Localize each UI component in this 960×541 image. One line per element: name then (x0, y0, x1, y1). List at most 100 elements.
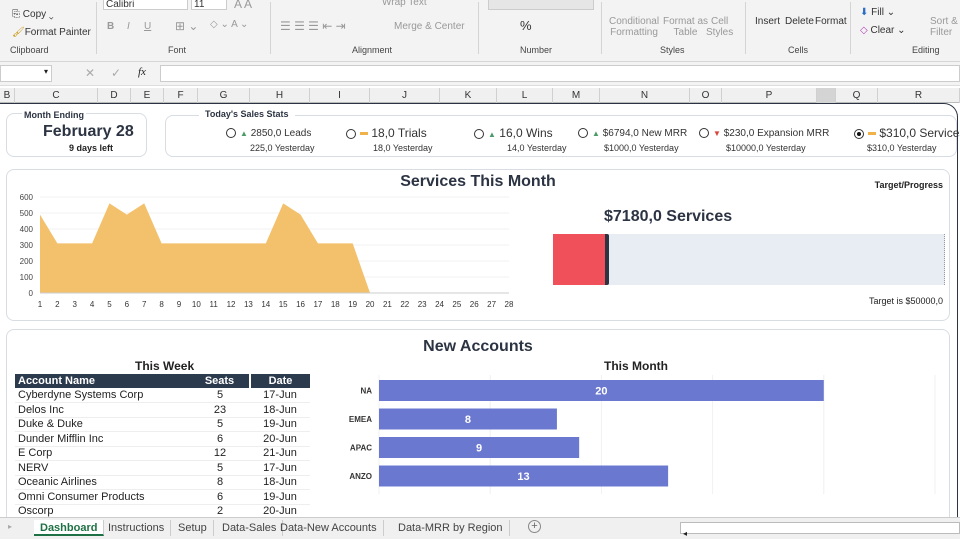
column-header[interactable]: D (98, 88, 131, 103)
column-header[interactable]: C (15, 88, 98, 103)
trend-flat-icon (868, 132, 876, 136)
column-header[interactable]: L (497, 88, 553, 103)
borders-icon[interactable]: ⊞ ⌄ (175, 19, 198, 33)
bar-value-label: 13 (517, 471, 529, 483)
underline-button[interactable]: U (144, 21, 151, 32)
column-header[interactable]: R (878, 88, 960, 103)
this-month-title: This Month (604, 359, 668, 373)
column-header[interactable]: I (310, 88, 370, 103)
date-cell: 17-Jun (250, 388, 310, 403)
date-cell: 21-Jun (250, 446, 310, 461)
fx-icon[interactable]: fx (138, 66, 146, 78)
column-header[interactable] (817, 88, 836, 103)
x-tick-label: 17 (313, 300, 322, 309)
tab-data-mrr-by-region[interactable]: Data-MRR by Region (392, 520, 510, 536)
brush-icon: 🖌 (12, 27, 25, 38)
format-painter-label: Format Painter (24, 27, 91, 38)
column-header[interactable]: K (440, 88, 497, 103)
accounts-table: Account Name Seats Date Cyberdyne System… (15, 374, 310, 519)
services-area (40, 203, 371, 293)
fill-button[interactable]: ⬇ Fill ⌄ (860, 7, 895, 18)
x-tick-label: 25 (452, 300, 461, 309)
stat-item[interactable]: ▲ 16,0 Wins (474, 126, 553, 140)
stat-radio[interactable] (854, 128, 864, 139)
y-tick-label: 0 (29, 289, 34, 298)
x-tick-label: 24 (435, 300, 444, 309)
tab-setup[interactable]: Setup (172, 520, 214, 536)
column-headers: BCDEFGHIJKLMNOP QR (0, 88, 960, 103)
fill-color-icon[interactable]: ◇ ⌄ A ⌄ (210, 19, 248, 30)
font-size-select[interactable]: 11 (191, 0, 227, 10)
name-box[interactable]: ▾ (0, 65, 52, 82)
sort-filter-button[interactable]: Sort & Filter (930, 16, 958, 38)
grow-font-icon[interactable]: A A (234, 0, 252, 11)
column-header[interactable]: F (164, 88, 198, 103)
formula-input[interactable] (160, 65, 960, 82)
copy-button[interactable]: ⎘ Copy ⌄ (12, 9, 54, 20)
column-header[interactable]: N (600, 88, 690, 103)
stat-value: 2850,0 Leads (250, 128, 312, 139)
column-header[interactable]: E (131, 88, 164, 103)
stat-item[interactable]: ▼ $230,0 Expansion MRR (699, 128, 829, 139)
table-row: Delos Inc 23 18-Jun (15, 402, 310, 418)
clear-button[interactable]: ◇ Clear ⌄ (860, 25, 906, 36)
column-header[interactable]: O (690, 88, 722, 103)
tab-instructions[interactable]: Instructions (102, 520, 172, 536)
column-header[interactable]: B (0, 88, 15, 103)
stat-radio[interactable] (346, 128, 356, 139)
this-week-title: This Week (135, 359, 195, 373)
wrap-text-button[interactable]: Wrap Text (382, 0, 427, 8)
stat-yesterday: $1000,0 Yesterday (604, 143, 679, 153)
seats-cell: 6 (190, 431, 250, 447)
stat-item[interactable]: 18,0 Trials (346, 126, 427, 140)
conditional-formatting-button[interactable]: Conditional Formatting (609, 16, 659, 38)
format-button[interactable]: Format (815, 16, 847, 27)
seats-cell: 5 (190, 460, 250, 476)
cancel-icon[interactable]: ✕ (85, 66, 95, 80)
x-tick-label: 5 (107, 300, 112, 309)
stat-item[interactable]: ▲ $6794,0 New MRR (578, 128, 687, 139)
add-sheet-icon[interactable]: + (528, 520, 541, 533)
insert-button[interactable]: Insert (755, 16, 780, 27)
tab-data-new-accounts[interactable]: Data-New Accounts (274, 520, 384, 536)
column-header[interactable]: M (553, 88, 600, 103)
x-tick-label: 28 (505, 300, 514, 309)
tab-scroll-icon[interactable]: ▸ (8, 522, 12, 531)
bold-button[interactable]: B (107, 21, 114, 32)
stat-radio[interactable] (226, 128, 236, 139)
table-row: Duke & Duke 5 19-Jun (15, 417, 310, 432)
column-header[interactable]: G (198, 88, 250, 103)
merge-center-button[interactable]: Merge & Center (394, 21, 465, 32)
cells-group-label: Cells (788, 45, 809, 55)
seats-cell: 5 (190, 417, 250, 432)
header-date: Date (250, 374, 310, 388)
y-tick-label: 600 (20, 193, 34, 202)
align-icons[interactable]: ☰ ☰ ☰ ⇤ ⇥ (280, 19, 346, 33)
stat-radio[interactable] (699, 128, 709, 139)
column-header[interactable]: P (722, 88, 817, 103)
header-seats: Seats (190, 374, 251, 388)
format-painter-button[interactable]: 🖌Format Painter (12, 27, 91, 38)
x-tick-label: 22 (400, 300, 409, 309)
y-tick-label: 200 (20, 257, 34, 266)
number-format-select[interactable] (488, 0, 594, 10)
enter-icon[interactable]: ✓ (111, 66, 121, 80)
format-as-table-button[interactable]: Format as Table (663, 16, 708, 38)
tab-dashboard[interactable]: Dashboard (34, 520, 105, 536)
stat-item[interactable]: $310,0 Services (854, 126, 960, 140)
stat-radio[interactable] (474, 128, 484, 139)
font-name-select[interactable]: Calibri (103, 0, 188, 10)
column-header[interactable]: J (370, 88, 440, 103)
font-group-label: Font (168, 45, 187, 55)
percent-button[interactable]: % (520, 18, 532, 33)
stat-item[interactable]: ▲ 2850,0 Leads (226, 128, 311, 139)
stat-radio[interactable] (578, 128, 588, 139)
seats-cell: 6 (190, 489, 250, 505)
x-tick-label: 1 (38, 300, 43, 309)
delete-button[interactable]: Delete (785, 16, 814, 27)
horizontal-scrollbar[interactable]: ◂ (680, 522, 960, 538)
column-header[interactable]: Q (836, 88, 878, 103)
italic-button[interactable]: I (127, 21, 130, 32)
column-header[interactable]: H (250, 88, 310, 103)
cell-styles-button[interactable]: Cell Styles (706, 16, 733, 38)
